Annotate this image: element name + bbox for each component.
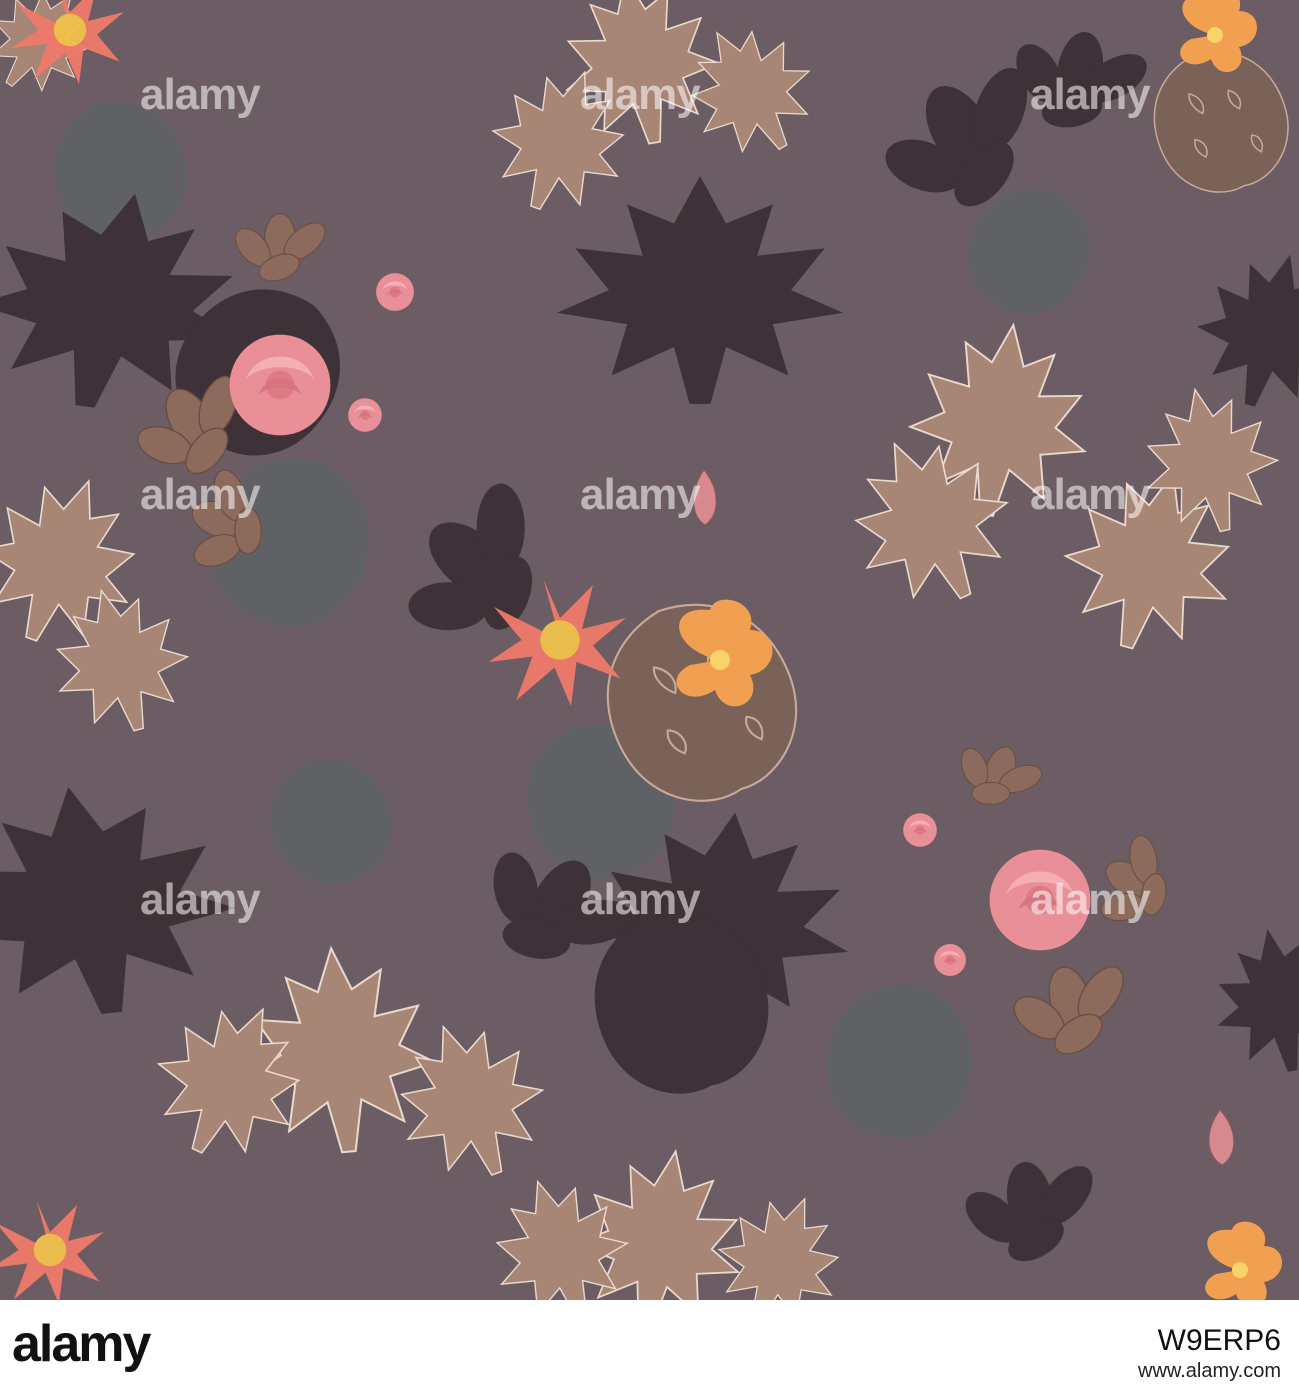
site-url[interactable]: www.alamy.com <box>1138 1360 1281 1383</box>
pattern-illustration <box>0 0 1299 1300</box>
floral-pattern-artwork: alamy alamy alamy alamy alamy alamy alam… <box>0 0 1299 1300</box>
stock-footer: alamy W9ERP6 www.alamy.com <box>0 1300 1299 1390</box>
alamy-logo[interactable]: alamy <box>12 1314 151 1374</box>
image-id: W9ERP6 <box>1157 1324 1281 1357</box>
